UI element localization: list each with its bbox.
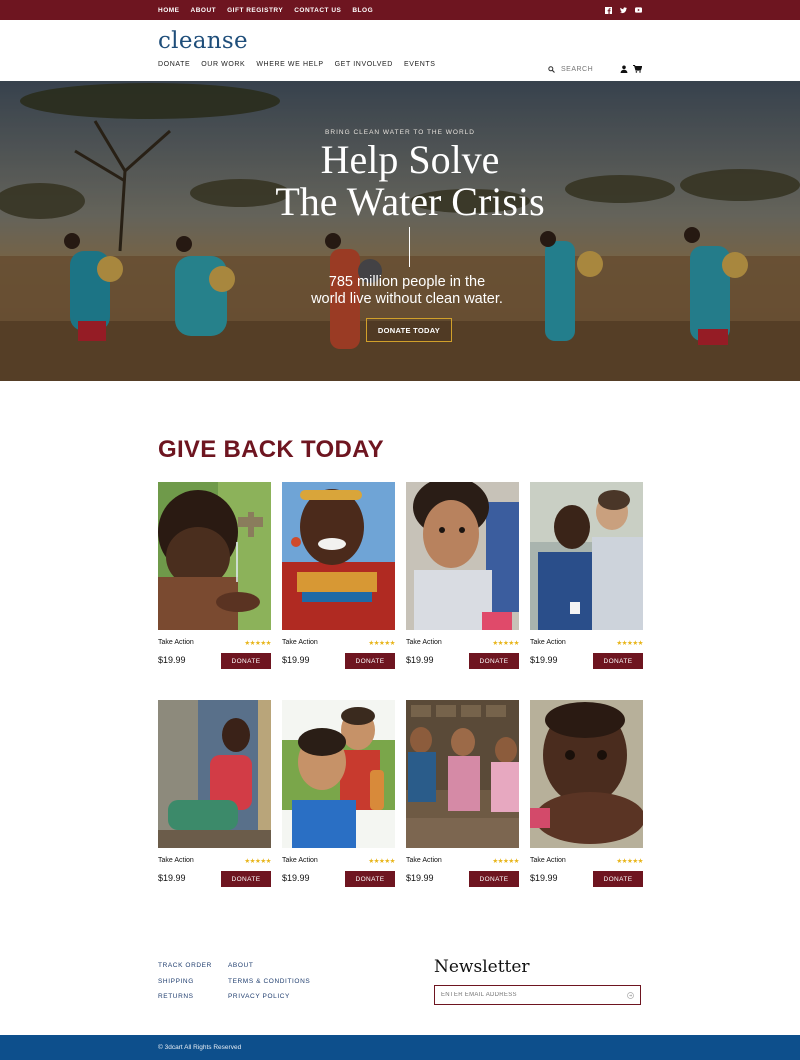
twitter-icon[interactable] (620, 6, 627, 14)
top-nav-contact-us[interactable]: CONTACT US (294, 7, 341, 14)
submit-arrow-icon[interactable] (627, 986, 634, 1004)
top-nav-blog[interactable]: BLOG (352, 7, 373, 14)
facebook-icon[interactable] (605, 6, 612, 14)
star-rating: ★★★★★ (244, 857, 271, 865)
product-card: Take Action ★★★★★ $19.99 DONATE (282, 700, 395, 887)
top-nav: HOME ABOUT GIFT REGISTRY CONTACT US BLOG (158, 0, 384, 20)
site-logo[interactable]: cleanse (158, 28, 248, 54)
product-image[interactable] (282, 482, 395, 630)
product-card: Take Action ★★★★★ $19.99 DONATE (530, 700, 643, 887)
main-nav: DONATE OUR WORK WHERE WE HELP GET INVOLV… (158, 61, 447, 68)
star-rating: ★★★★★ (492, 857, 519, 865)
nav-events[interactable]: EVENTS (404, 61, 436, 68)
hero-title-line2: The Water Crisis (275, 179, 545, 224)
nav-donate[interactable]: DONATE (158, 61, 190, 68)
product-price: $19.99 (158, 873, 186, 883)
product-title[interactable]: Take Action (530, 857, 566, 864)
top-nav-home[interactable]: HOME (158, 7, 180, 14)
product-image[interactable] (530, 482, 643, 630)
product-card: Take Action ★★★★★ $19.99 DONATE (406, 482, 519, 669)
product-image[interactable] (406, 700, 519, 848)
product-image[interactable] (406, 482, 519, 630)
footer-link-shipping[interactable]: SHIPPING (158, 978, 212, 985)
header-icons (620, 60, 643, 78)
footer-link-privacy[interactable]: PRIVACY POLICY (228, 993, 310, 1000)
copyright-text: © 3dcart All Rights Reserved (158, 1044, 242, 1051)
user-icon[interactable] (620, 60, 628, 78)
hero-subtitle-line1: 785 million people in the (328, 274, 486, 290)
product-card: Take Action ★★★★★ $19.99 DONATE (406, 700, 519, 887)
product-price: $19.99 (530, 655, 558, 665)
product-price: $19.99 (158, 655, 186, 665)
product-image[interactable] (158, 482, 271, 630)
product-card: Take Action ★★★★★ $19.99 DONATE (158, 700, 271, 887)
product-price: $19.99 (406, 873, 434, 883)
newsletter-title: Newsletter (434, 957, 530, 977)
search-box (548, 60, 611, 78)
top-nav-about[interactable]: ABOUT (191, 7, 217, 14)
footer-link-about[interactable]: ABOUT (228, 962, 310, 969)
donate-button[interactable]: DONATE (469, 653, 519, 669)
donate-today-button[interactable]: DONATE TODAY (366, 318, 452, 342)
hero-kicker: BRING CLEAN WATER TO THE WORLD (325, 129, 475, 136)
product-title[interactable]: Take Action (406, 639, 442, 646)
footer-links-col2: ABOUT TERMS & CONDITIONS PRIVACY POLICY (228, 962, 310, 1000)
footer-link-returns[interactable]: RETURNS (158, 993, 212, 1000)
cart-icon[interactable] (633, 60, 643, 78)
product-title[interactable]: Take Action (406, 857, 442, 864)
email-field[interactable] (441, 992, 627, 998)
donate-button[interactable]: DONATE (221, 653, 271, 669)
search-icon[interactable] (548, 60, 555, 78)
donate-button[interactable]: DONATE (593, 871, 643, 887)
product-image[interactable] (530, 700, 643, 848)
top-bar: HOME ABOUT GIFT REGISTRY CONTACT US BLOG (0, 0, 800, 20)
youtube-icon[interactable] (635, 7, 642, 14)
hero-title: Help Solve The Water Crisis (0, 139, 800, 223)
donate-button[interactable]: DONATE (345, 871, 395, 887)
search-input[interactable] (561, 65, 611, 73)
product-price: $19.99 (282, 873, 310, 883)
social-links (605, 0, 642, 20)
hero-subtitle-line2: world live without clean water. (311, 291, 503, 307)
top-nav-gift-registry[interactable]: GIFT REGISTRY (227, 7, 283, 14)
star-rating: ★★★★★ (368, 857, 395, 865)
nav-where-we-help[interactable]: WHERE WE HELP (256, 61, 323, 68)
donate-button[interactable]: DONATE (593, 653, 643, 669)
footer-link-track-order[interactable]: TRACK ORDER (158, 962, 212, 969)
product-image[interactable] (158, 700, 271, 848)
footer-link-terms[interactable]: TERMS & CONDITIONS (228, 978, 310, 985)
hero-subtitle: 785 million people in the world live wit… (0, 274, 800, 308)
newsletter-form (434, 985, 641, 1005)
product-title[interactable]: Take Action (282, 857, 318, 864)
donate-button[interactable]: DONATE (345, 653, 395, 669)
footer-bar: © 3dcart All Rights Reserved (0, 1035, 800, 1060)
star-rating: ★★★★★ (244, 639, 271, 647)
star-rating: ★★★★★ (616, 639, 643, 647)
star-rating: ★★★★★ (616, 857, 643, 865)
footer-links-col1: TRACK ORDER SHIPPING RETURNS (158, 962, 212, 1000)
donate-button[interactable]: DONATE (221, 871, 271, 887)
star-rating: ★★★★★ (492, 639, 519, 647)
product-price: $19.99 (406, 655, 434, 665)
product-price: $19.99 (282, 655, 310, 665)
donate-button[interactable]: DONATE (469, 871, 519, 887)
hero-title-line1: Help Solve (320, 137, 500, 182)
product-title[interactable]: Take Action (158, 639, 194, 646)
product-card: Take Action ★★★★★ $19.99 DONATE (282, 482, 395, 669)
product-title[interactable]: Take Action (282, 639, 318, 646)
product-title[interactable]: Take Action (530, 639, 566, 646)
hero-divider (409, 227, 410, 267)
product-card: Take Action ★★★★★ $19.99 DONATE (158, 482, 271, 669)
product-price: $19.99 (530, 873, 558, 883)
section-title: GIVE BACK TODAY (158, 436, 384, 463)
product-title[interactable]: Take Action (158, 857, 194, 864)
product-image[interactable] (282, 700, 395, 848)
nav-get-involved[interactable]: GET INVOLVED (335, 61, 393, 68)
star-rating: ★★★★★ (368, 639, 395, 647)
hero-banner: BRING CLEAN WATER TO THE WORLD Help Solv… (0, 81, 800, 381)
product-card: Take Action ★★★★★ $19.99 DONATE (530, 482, 643, 669)
nav-our-work[interactable]: OUR WORK (201, 61, 245, 68)
